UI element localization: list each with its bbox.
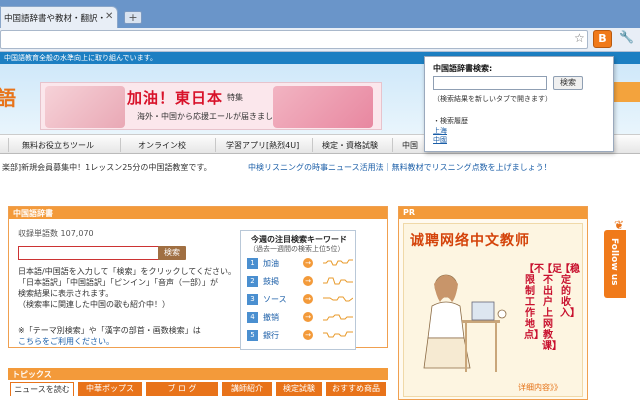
details-link[interactable]: 详细内容》》 — [518, 382, 562, 393]
teacher-recruit-ad[interactable]: 诚聘网络中文教师 【稳定的收入】 【足不出户上网教课】 【不限制工作地点】 详细… — [403, 223, 583, 397]
arrow-icon: → — [303, 330, 313, 340]
keyword-row[interactable]: 2 鼓掲 → — [247, 275, 355, 289]
keyword-row[interactable]: 5 銀行 → — [247, 329, 355, 343]
news-item[interactable]: 中検リスニングの時事ニュース活用法｜無料教材でリスニング点数を上げましょう！ — [248, 162, 552, 173]
keyword-rank: 1 — [247, 258, 258, 269]
keyword-rank: 5 — [247, 330, 258, 341]
wrench-icon[interactable]: 🔧 — [619, 30, 634, 44]
instruction-line: 検索結果に表示されます。 — [18, 289, 114, 298]
banner-subtitle: 海外・中国から応援エールが届きました。 — [137, 112, 289, 121]
banner[interactable]: 加油！東日本 特集 海外・中国から応援エールが届きました。 — [40, 82, 382, 130]
keyword-row[interactable]: 4 撤销 → — [247, 311, 355, 325]
instruction-line: （検索率に関連した中国の歌も紹介中！） — [18, 300, 170, 309]
tab-news[interactable]: ニュースを読む — [10, 382, 74, 396]
keyword-link[interactable]: 鼓掲 — [263, 276, 279, 287]
top-strip-text: 中国語教育全般の水準向上に取り組んでいます。 — [4, 54, 157, 62]
nav-item-online-school[interactable]: オンライン校 — [138, 140, 186, 151]
arrow-icon: → — [303, 258, 313, 268]
follow-us-label: Follow us — [609, 238, 619, 286]
dictionary-search-button[interactable]: 検索 — [158, 246, 186, 260]
nav-separator — [120, 138, 121, 152]
nav-separator — [392, 138, 393, 152]
banner-image-right — [273, 86, 373, 128]
pr-title: PR — [403, 208, 416, 217]
topics-title: トピックス — [12, 370, 52, 379]
keyword-link[interactable]: 銀行 — [263, 330, 279, 341]
trend-sparkline — [323, 259, 353, 266]
popup-note: （検索結果を新しいタブで開きます） — [433, 95, 552, 103]
teacher-illustration — [423, 274, 507, 372]
new-tab-button[interactable]: + — [124, 11, 142, 24]
browser-toolbar — [0, 28, 640, 52]
keyword-rank: 2 — [247, 276, 258, 287]
nav-item-china[interactable]: 中国 — [402, 140, 418, 151]
search-history-label: ・検索履歴 — [433, 117, 468, 125]
keyword-row[interactable]: 1 加油 → — [247, 257, 355, 271]
ad-headline: 诚聘网络中文教师 — [410, 233, 530, 249]
extension-button[interactable]: B — [593, 30, 612, 48]
nav-item-free-tools[interactable]: 無料お役立ちツール — [22, 140, 94, 151]
keyword-subtitle: （過去一週間の検索上位5位） — [249, 245, 345, 253]
tab-blog[interactable]: ブ ロ グ — [146, 382, 218, 396]
popup-search-button[interactable]: 検索 — [553, 76, 583, 90]
nav-separator — [215, 138, 216, 152]
nav-item-exams[interactable]: 検定・資格試験 — [322, 140, 378, 151]
popup-search-input[interactable] — [433, 76, 547, 90]
instruction-line: 日本語/中国語を入力して「検索」をクリックしてください。 — [18, 267, 236, 276]
banner-image-left — [45, 86, 125, 128]
dictionary-header: 中国語辞書 — [9, 207, 387, 219]
close-icon[interactable]: ✕ — [105, 11, 113, 22]
nav-item-app[interactable]: 学習アプリ[熱烈4U] — [226, 140, 299, 151]
keyword-link[interactable]: 加油 — [263, 258, 279, 269]
nav-separator — [312, 138, 313, 152]
trend-sparkline — [323, 314, 353, 321]
tab-title: 中国語辞書や教材・翻訳・文 — [4, 14, 104, 24]
tab-exams[interactable]: 検定試験 — [276, 382, 322, 396]
dictionary-search-input[interactable] — [18, 246, 160, 260]
arrow-icon: → — [303, 276, 313, 286]
dictionary-title: 中国語辞書 — [13, 209, 53, 218]
topics-header: トピックス — [8, 368, 388, 380]
arrow-icon: → — [303, 294, 313, 304]
browser-tab[interactable]: 中国語辞書や教材・翻訳・文 ✕ — [0, 6, 118, 28]
topics-section: トピックス ニュースを読む 中華ポップス ブ ロ グ 講師紹介 検定試験 おすす… — [8, 368, 388, 400]
history-item[interactable]: 中國 — [433, 135, 447, 145]
word-count: 収録単語数 107,070 — [18, 229, 94, 238]
instruction-line: 「日本語訳」「中国語訳」「ピンイン」「音声（一部）」が — [18, 278, 218, 287]
star-icon[interactable]: ☆ — [574, 31, 585, 45]
nav-separator — [8, 138, 9, 152]
keyword-link[interactable]: 撤销 — [263, 312, 279, 323]
arrow-icon: → — [303, 312, 313, 322]
address-bar[interactable] — [0, 30, 588, 49]
trend-sparkline — [323, 331, 353, 338]
pr-header: PR — [399, 207, 587, 219]
tab-chinese-pops[interactable]: 中華ポップス — [78, 382, 142, 396]
keyword-rank: 4 — [247, 312, 258, 323]
tab-teachers[interactable]: 講師紹介 — [222, 382, 272, 396]
theme-search-link[interactable]: こちらをご利用ください。 — [18, 336, 114, 347]
browser-frame: 中国語辞書や教材・翻訳・文 ✕ + ☆ B 🔧 — [0, 0, 640, 52]
site-logo[interactable]: 語 — [0, 82, 16, 111]
keyword-rank: 3 — [247, 294, 258, 305]
tab-recommended[interactable]: おすすめ商品 — [326, 382, 386, 396]
news-ticker: 楽部]新規会員募集中！1レッスン25分の中国語教室です。 中検リスニングの時事ニ… — [0, 162, 640, 176]
trend-sparkline — [323, 277, 353, 285]
popup-title: 中国語辞書検索: — [433, 64, 493, 73]
keyword-ranking: 今週の注目検索キーワード （過去一週間の検索上位5位） 1 加油 → 2 鼓掲 … — [240, 230, 356, 350]
banner-headline: 加油！東日本 — [127, 89, 224, 107]
pr-panel: PR 诚聘网络中文教师 【稳定的收入】 【足不出户上网教课】 【不限制工作地点】… — [398, 206, 588, 400]
trend-sparkline — [323, 296, 353, 302]
keyword-row[interactable]: 3 ソース → — [247, 293, 355, 307]
ad-column-any-location: 【不限制工作地点】 — [524, 264, 544, 341]
banner-tag: 特集 — [227, 93, 243, 102]
dictionary-extension-popup: 中国語辞書検索: 検索 （検索結果を新しいタブで開きます） ・検索履歴 上海 中… — [424, 56, 614, 152]
keyword-link[interactable]: ソース — [263, 294, 287, 305]
news-item[interactable]: 楽部]新規会員募集中！1レッスン25分の中国語教室です。 — [2, 162, 212, 173]
instruction-line: ※「テーマ別検索」や「漢字の部首・画数検索」は — [18, 326, 201, 335]
follow-us-button[interactable]: Follow us — [604, 230, 626, 298]
